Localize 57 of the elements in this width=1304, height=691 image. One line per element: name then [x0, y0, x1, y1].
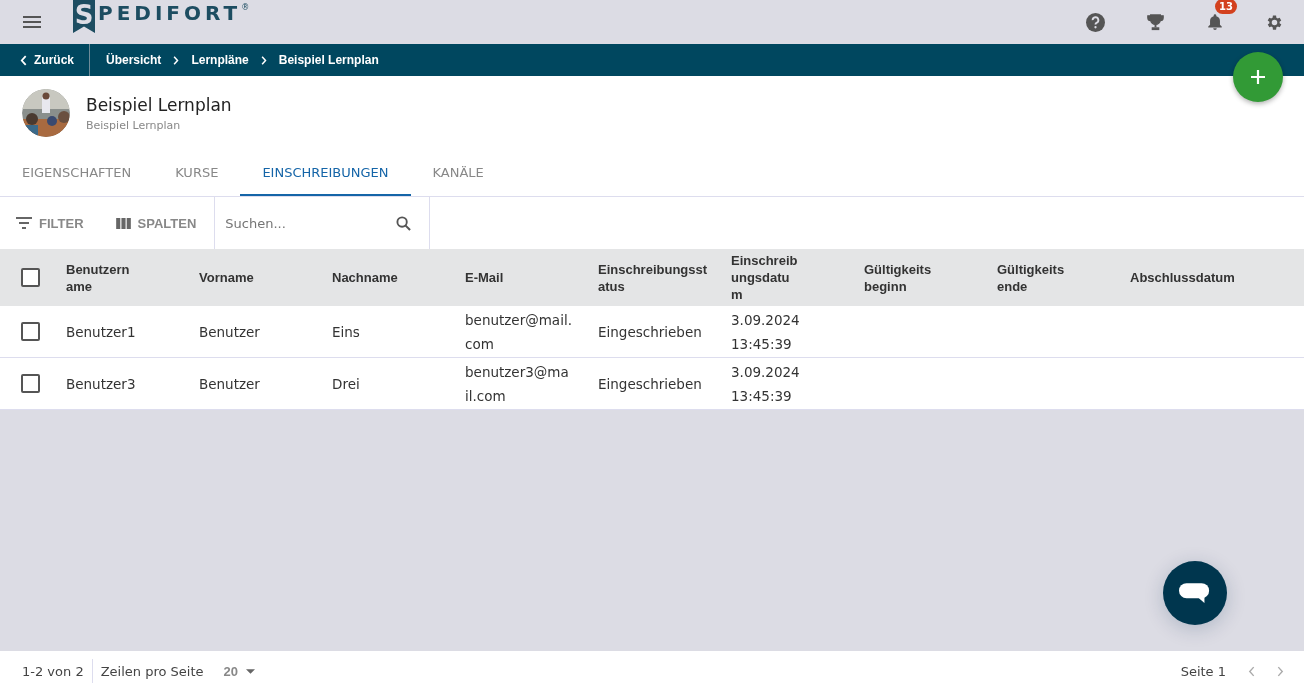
columns-button[interactable]: SPALTEN	[99, 197, 213, 249]
column-header[interactable]: E-Mail	[465, 269, 598, 286]
table-cell: 3.09.2024 13:45:39	[731, 311, 800, 352]
breadcrumb-link[interactable]: Beispiel Lernplan	[278, 53, 379, 67]
chevron-left-icon	[20, 54, 27, 66]
table-cell: Benutzer1	[66, 323, 136, 340]
column-header[interactable]: Nachname	[332, 269, 465, 286]
column-header[interactable]: Gültigkeits ende	[997, 260, 1130, 295]
table-cell: Eingeschrieben	[598, 323, 702, 340]
chevron-right-icon	[173, 55, 180, 65]
table-cell: 3.09.2024 13:45:39	[731, 363, 800, 404]
trophy-icon[interactable]	[1146, 12, 1165, 32]
checkbox[interactable]	[20, 268, 40, 287]
column-header[interactable]: Benutzern ame	[66, 260, 199, 295]
caret-icon	[246, 668, 255, 674]
table-cell: Eingeschrieben	[598, 375, 702, 392]
checkbox[interactable]	[20, 322, 40, 341]
column-header[interactable]: Gültigkeits beginn	[864, 260, 997, 295]
bell-icon[interactable]	[1206, 13, 1224, 31]
table-cell: benutzer3@ma il.com	[465, 363, 569, 404]
search-icon	[396, 215, 412, 231]
table-cell: Benutzer3	[66, 375, 136, 392]
column-header[interactable]: Einschreibungsst atus	[598, 260, 731, 295]
chevron-right-icon	[260, 55, 267, 65]
tab[interactable]: EINSCHREIBUNGEN	[240, 150, 411, 196]
columns-icon	[115, 217, 131, 229]
page-number: Seite 1	[1180, 663, 1226, 679]
filter-icon	[16, 217, 32, 229]
rows-per-page-label: Zeilen pro Seite	[100, 663, 204, 679]
chat-icon	[1179, 582, 1211, 604]
add-button[interactable]	[1233, 52, 1283, 102]
filter-button[interactable]: FILTER	[0, 197, 100, 249]
page-title: Beispiel Lernplan	[86, 94, 232, 115]
rows-per-page-select[interactable]: 20	[217, 662, 261, 680]
column-header[interactable]: Vorname	[199, 269, 332, 286]
table-cell: Drei	[332, 375, 360, 392]
help-icon[interactable]	[1086, 12, 1105, 32]
breadcrumb-link[interactable]: Übersicht	[106, 53, 162, 67]
chat-button[interactable]	[1163, 561, 1227, 625]
back-button[interactable]: Zurück	[0, 44, 90, 76]
checkbox[interactable]	[20, 374, 40, 393]
column-header[interactable]: Einschreib ungsdatu m	[731, 252, 864, 303]
table-cell: Benutzer	[199, 375, 260, 392]
row-range: 1-2 von 2	[22, 663, 84, 679]
plus-icon	[1251, 70, 1265, 84]
logo: S PEDIFORT$^{®}$	[73, 0, 250, 44]
table-cell: Benutzer	[199, 323, 260, 340]
menu-icon[interactable]	[23, 16, 41, 28]
tab[interactable]: KURSE	[153, 150, 241, 196]
column-header[interactable]: Abschlussdatum	[1130, 269, 1263, 286]
tab[interactable]: KANÄLE	[410, 150, 506, 196]
table-cell: Eins	[332, 323, 360, 340]
page-subtitle: Beispiel Lernplan	[86, 118, 182, 132]
notification-badge: 13	[1215, 0, 1237, 14]
tab[interactable]: EIGENSCHAFTEN	[0, 150, 154, 196]
settings-icon[interactable]	[1265, 12, 1284, 32]
breadcrumb-link[interactable]: Lernpläne	[191, 53, 249, 67]
